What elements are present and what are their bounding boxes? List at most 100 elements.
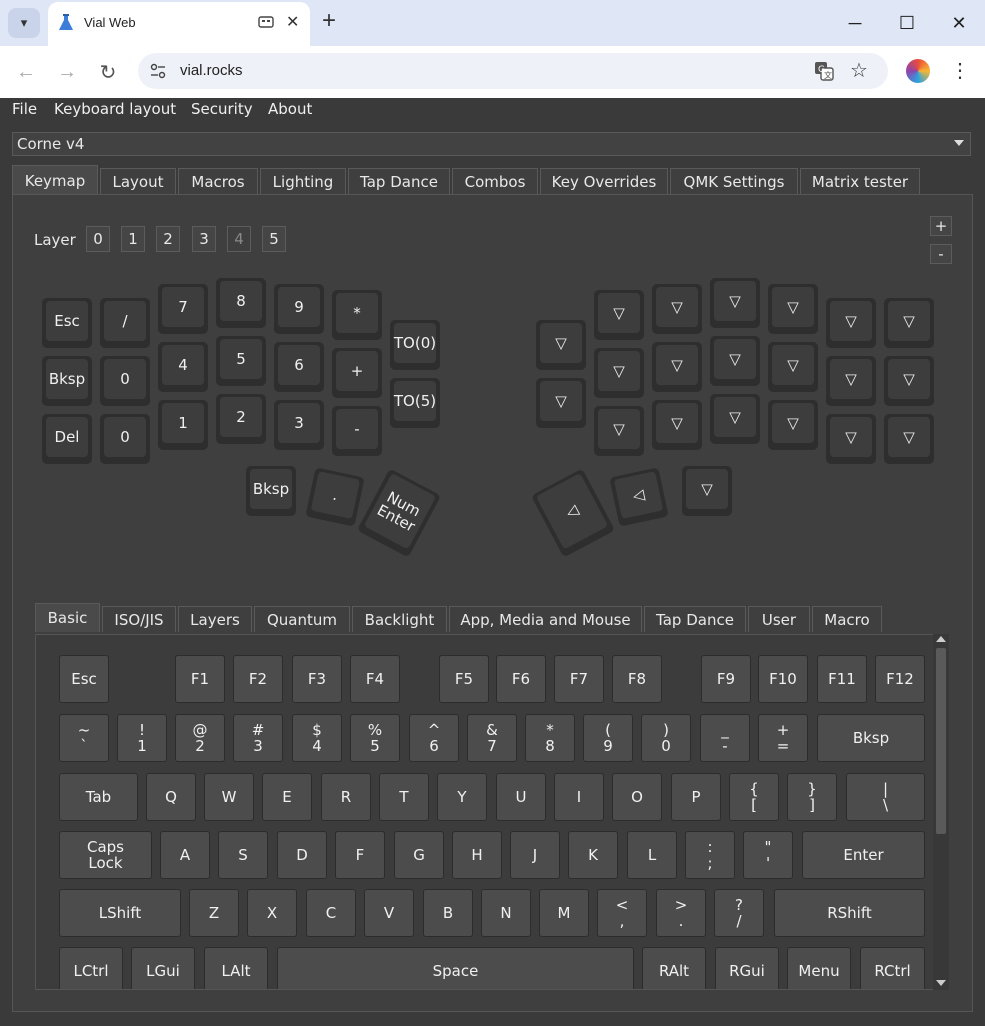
keycode[interactable]: RCtrl [860,947,925,989]
address-bar[interactable]: vial.rocks G文 ☆ [138,53,888,89]
new-tab-button[interactable]: + [322,9,336,33]
site-info-icon[interactable] [150,63,166,79]
key[interactable]: + [332,348,382,398]
keycode[interactable]: : ; [685,831,735,879]
key[interactable]: ▽ [710,336,760,386]
keycode[interactable]: N [481,889,531,937]
keycode[interactable]: ? / [714,889,764,937]
keycode[interactable]: LCtrl [59,947,123,989]
key[interactable]: ▽ [652,400,702,450]
key[interactable]: Bksp [42,356,92,406]
keycode[interactable]: T [379,773,429,821]
key[interactable]: ▽ [884,298,934,348]
key[interactable]: ▽ [826,356,876,406]
keycode[interactable]: Esc [59,655,109,703]
keycode[interactable]: F2 [233,655,283,703]
keycode[interactable]: L [627,831,677,879]
tab-close-icon[interactable]: ✕ [286,12,299,32]
keycode[interactable]: RAlt [642,947,706,989]
keycode[interactable]: LShift [59,889,181,937]
key[interactable]: ▽ [826,414,876,464]
key[interactable]: 0 [100,356,150,406]
keycode[interactable]: ) 0 [641,714,691,762]
key[interactable]: ▽ [884,414,934,464]
key[interactable]: * [332,290,382,340]
keycode[interactable]: X [247,889,297,937]
keycode[interactable]: U [496,773,546,821]
key[interactable]: 5 [216,336,266,386]
keycode[interactable]: O [612,773,662,821]
tab-search-chevron-icon[interactable]: ▾ [8,8,40,38]
zoom-out-button[interactable]: - [930,244,952,264]
key[interactable]: ▽ [884,356,934,406]
keycode-tab-iso-jis[interactable]: ISO/JIS [102,606,176,632]
key[interactable]: ▽ [536,378,586,428]
keycode[interactable]: & 7 [467,714,517,762]
profile-avatar[interactable] [906,59,930,83]
keycode[interactable]: LAlt [204,947,268,989]
key[interactable]: 4 [158,342,208,392]
menu-security[interactable]: Security [191,100,253,118]
key[interactable]: 8 [216,278,266,328]
key[interactable]: ▽ [536,320,586,370]
layer-button-3[interactable]: 3 [192,226,216,252]
scroll-thumb[interactable] [936,648,946,834]
keycode[interactable]: D [277,831,327,879]
keycode[interactable]: Tab [59,773,138,821]
key[interactable]: TO(0) [390,320,440,370]
tab-lighting[interactable]: Lighting [260,168,346,194]
keycode-tab-macro[interactable]: Macro [812,606,882,632]
tab-macros[interactable]: Macros [178,168,258,194]
key[interactable]: 2 [216,394,266,444]
keycode[interactable]: LGui [131,947,195,989]
key[interactable]: ▽ [594,290,644,340]
keycode[interactable]: Space [277,947,634,989]
keycode[interactable]: Caps Lock [59,831,152,879]
keycode[interactable]: K [568,831,618,879]
layer-button-0[interactable]: 0 [86,226,110,252]
keycode[interactable]: F [335,831,385,879]
keycode[interactable]: Y [437,773,487,821]
maximize-icon[interactable]: ☐ [892,10,922,36]
menu-keyboard-layout[interactable]: Keyboard layout [54,100,176,118]
key[interactable]: 7 [158,284,208,334]
keycode-tab-tap-dance[interactable]: Tap Dance [644,606,746,632]
keycode[interactable]: F9 [701,655,751,703]
key[interactable]: . [305,467,365,527]
keycode[interactable]: F3 [292,655,342,703]
keycode[interactable]: ~ ` [59,714,109,762]
key[interactable]: ▽ [768,342,818,392]
reload-icon[interactable]: ↻ [96,60,120,84]
layer-button-1[interactable]: 1 [121,226,145,252]
keycode[interactable]: E [262,773,312,821]
layer-button-5[interactable]: 5 [262,226,286,252]
tab-keymap[interactable]: Keymap [12,165,98,195]
close-window-icon[interactable]: ✕ [944,10,974,36]
key[interactable]: 3 [274,400,324,450]
keycode[interactable]: P [671,773,721,821]
keycode[interactable]: J [510,831,560,879]
key[interactable]: 6 [274,342,324,392]
keycode[interactable]: @ 2 [175,714,225,762]
keycode[interactable]: RGui [715,947,779,989]
keycode[interactable]: Enter [802,831,925,879]
keycode[interactable]: V [364,889,414,937]
key[interactable]: 1 [158,400,208,450]
keycode[interactable]: | \ [846,773,925,821]
forward-icon[interactable]: → [55,60,79,84]
menu-file[interactable]: File [12,100,37,118]
keycode[interactable]: R [321,773,371,821]
keycode[interactable]: % 5 [350,714,400,762]
keycode[interactable]: Z [189,889,239,937]
key[interactable]: 0 [100,414,150,464]
keycode[interactable]: C [306,889,356,937]
keycode[interactable]: H [452,831,502,879]
key[interactable]: ▽ [710,394,760,444]
keycode[interactable]: $ 4 [292,714,342,762]
keycode[interactable]: Q [146,773,196,821]
key[interactable]: Del [42,414,92,464]
key[interactable]: - [332,406,382,456]
keycode[interactable]: F4 [350,655,400,703]
tab-matrix-tester[interactable]: Matrix tester [800,168,920,194]
keycode-tab-user[interactable]: User [748,606,810,632]
